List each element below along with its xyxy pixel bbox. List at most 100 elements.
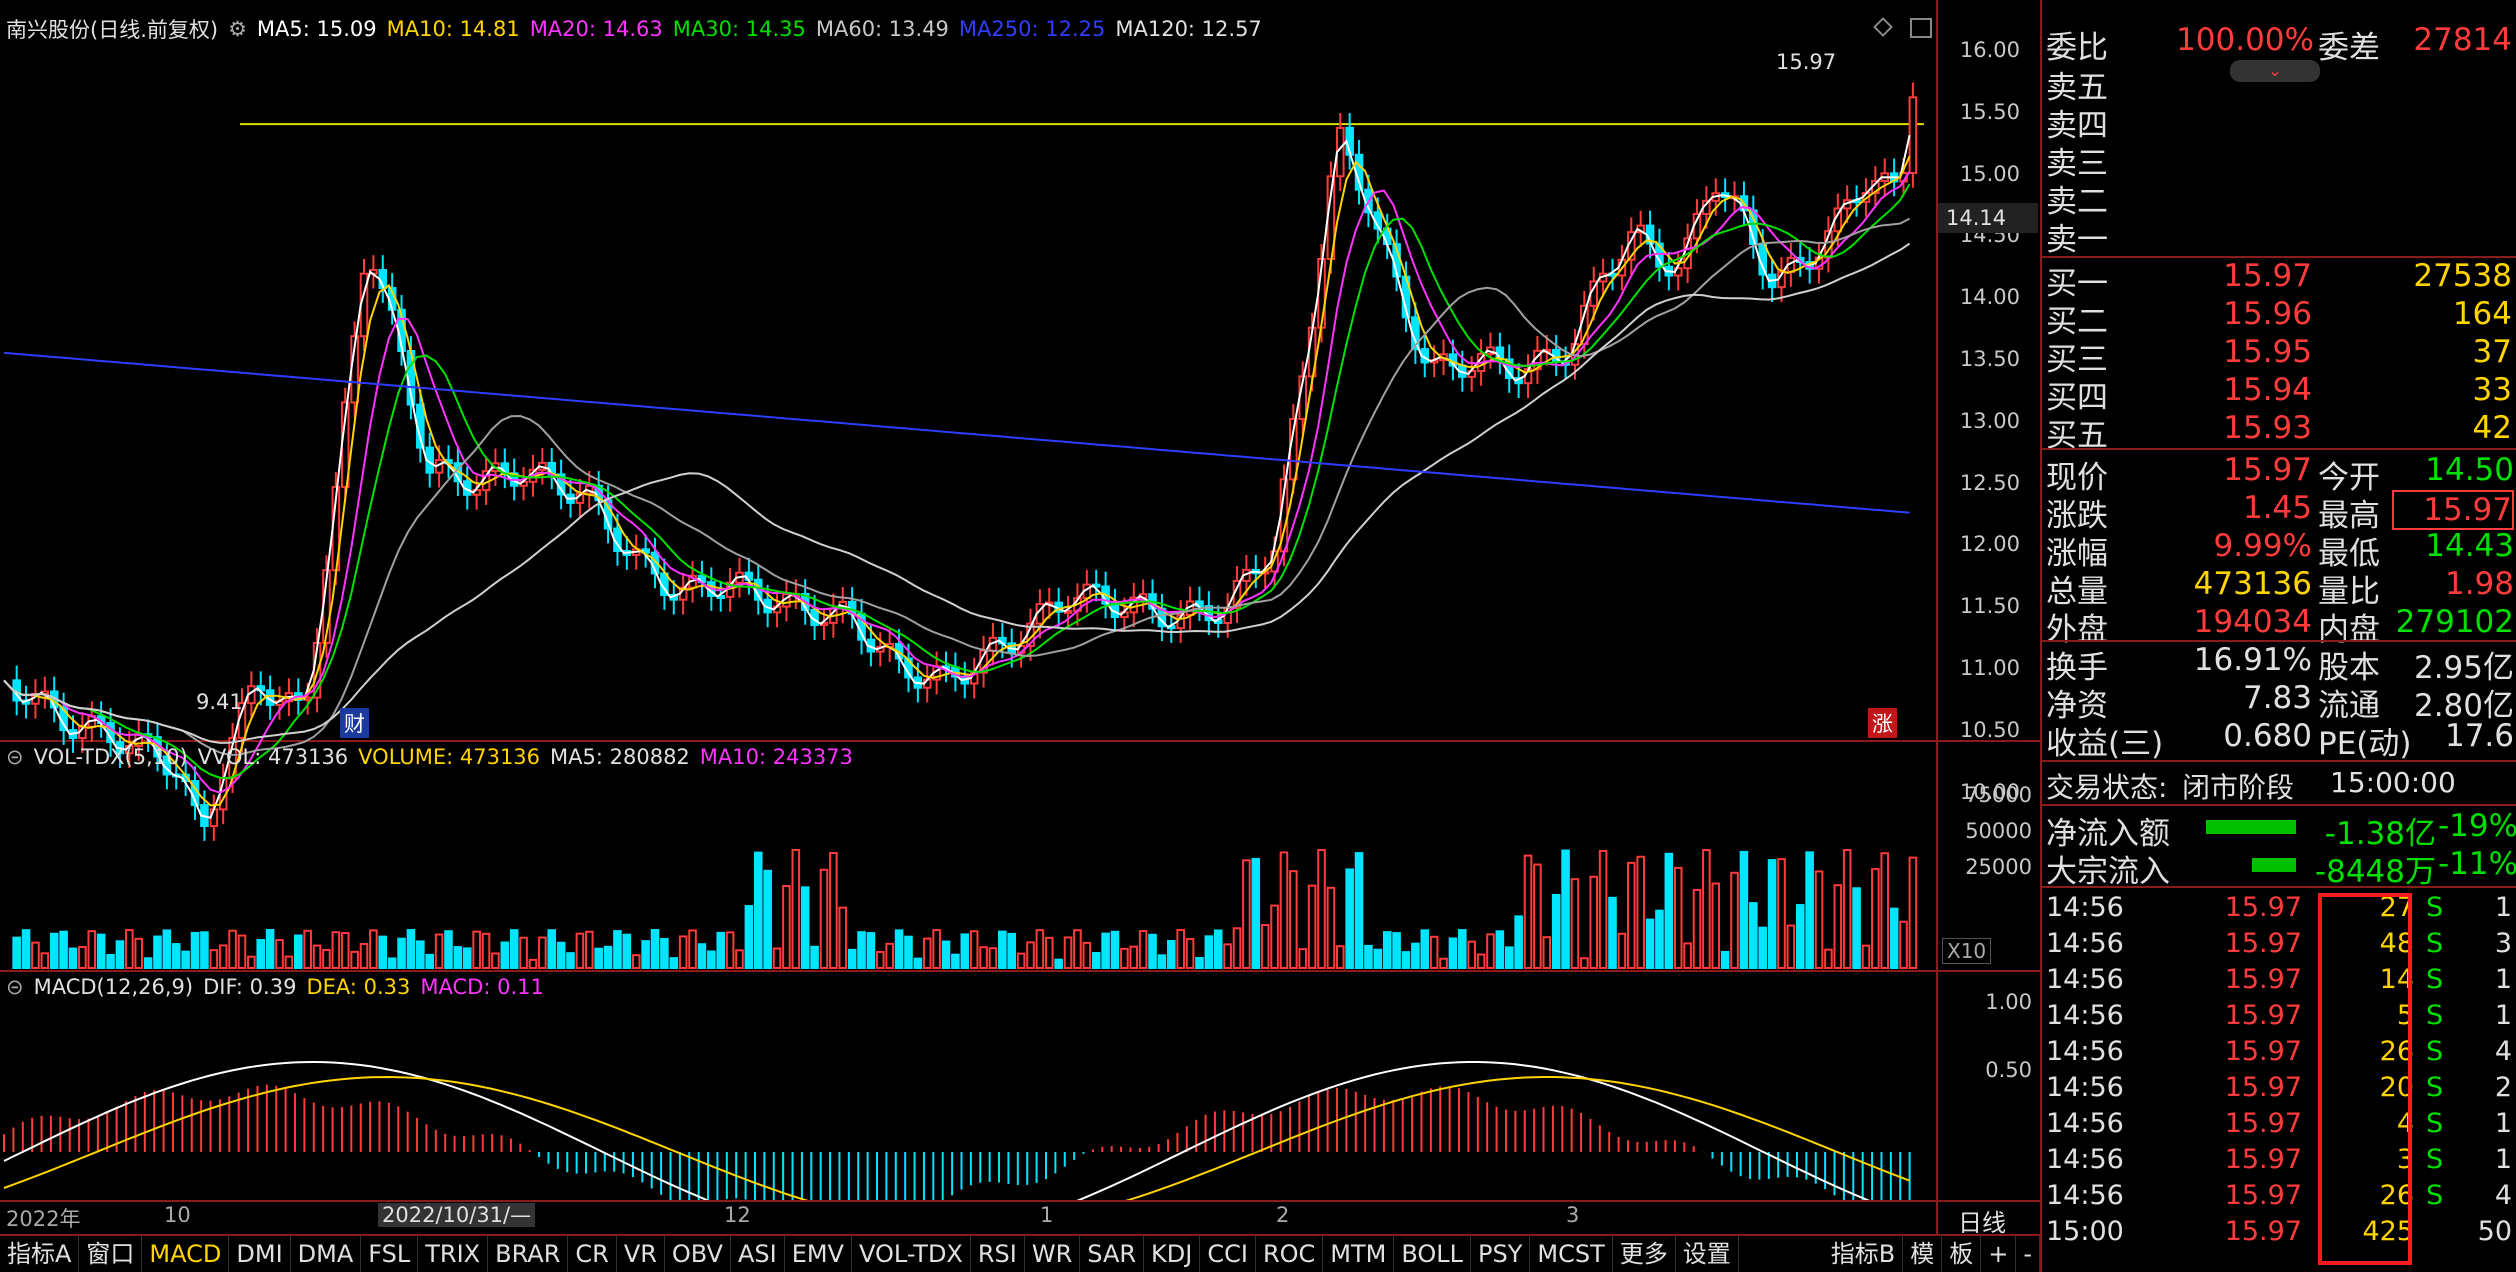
weicha-value: 27814	[2413, 22, 2512, 58]
price-axis-label: 16.00	[1959, 38, 2020, 62]
indicator-tab[interactable]: TRIX	[418, 1235, 489, 1272]
indicator-tab[interactable]: KDJ	[1144, 1235, 1201, 1272]
chart-canvas[interactable]	[0, 0, 1936, 1200]
time-axis-dec: 12	[724, 1203, 751, 1227]
weibi-value: 100.00%	[2176, 22, 2314, 58]
indicator-tab[interactable]: OBV	[665, 1235, 731, 1272]
tick-row[interactable]: 14:56 15.97 27 S 1	[2042, 892, 2516, 930]
tick-price: 15.97	[2224, 1216, 2302, 1247]
tick-price: 15.97	[2224, 1036, 2302, 1067]
sell-row[interactable]: 卖一	[2042, 214, 2516, 258]
indicator-tab[interactable]: EMV	[785, 1235, 852, 1272]
tick-row[interactable]: 14:56 15.97 4 S 1	[2042, 1108, 2516, 1146]
kline-chart-area[interactable]: 南兴股份(日线.前复权) ⚙ MA5: 15.09 MA10: 14.81 MA…	[0, 0, 2040, 1237]
indicator-tab-right[interactable]: -	[2016, 1235, 2040, 1272]
stat-value-2: 17.6	[2444, 718, 2514, 754]
sell-row[interactable]: 卖二	[2042, 176, 2516, 220]
indicator-tab[interactable]: 窗口	[79, 1235, 143, 1272]
buy-price: 15.96	[2223, 296, 2312, 332]
buy-price: 15.94	[2223, 372, 2312, 408]
volume-axis-label: 50000	[1965, 819, 2032, 843]
indicator-tab[interactable]: MACD	[142, 1235, 230, 1272]
indicator-tab[interactable]: BOLL	[1394, 1235, 1472, 1272]
tick-count: 3	[2494, 928, 2512, 959]
macd-label: MACD: 0.11	[420, 975, 544, 999]
high-annotation: 15.97	[1776, 50, 1837, 74]
axis-separator	[1936, 0, 1938, 1234]
tick-price: 15.97	[2224, 1108, 2302, 1139]
tick-row[interactable]: 14:56 15.97 3 S 1	[2042, 1144, 2516, 1182]
buy-price: 15.97	[2223, 258, 2312, 294]
indicator-tab[interactable]: 更多	[1613, 1235, 1676, 1272]
sell-row[interactable]: 卖五	[2042, 62, 2516, 106]
indicator-tab[interactable]: RSI	[971, 1235, 1025, 1272]
tick-time: 14:56	[2046, 1000, 2124, 1031]
tick-time: 14:56	[2046, 964, 2124, 995]
buy-row[interactable]: 买三 15.95 37	[2042, 334, 2516, 378]
tick-count: 1	[2494, 892, 2512, 923]
indicator-tab[interactable]: DMI	[229, 1235, 291, 1272]
indicator-tab[interactable]: WR	[1025, 1235, 1081, 1272]
sell-row[interactable]: 卖四	[2042, 100, 2516, 144]
indicator-tab-right[interactable]: +	[1981, 1235, 2017, 1272]
indicator-tab[interactable]: MTM	[1323, 1235, 1395, 1272]
stat-row: 涨幅 9.99% 最低 14.43	[2042, 528, 2516, 572]
indicator-tab[interactable]: SAR	[1080, 1235, 1145, 1272]
badge-zhang[interactable]: 涨	[1868, 708, 1897, 738]
time-axis-feb: 2	[1276, 1203, 1290, 1227]
low-annotation: 9.41	[196, 690, 243, 714]
sell-row[interactable]: 卖三	[2042, 138, 2516, 182]
tab-spacer	[1739, 1235, 1824, 1272]
tick-time: 14:56	[2046, 1036, 2124, 1067]
indicator-tab-right[interactable]: 模	[1903, 1235, 1943, 1272]
tick-side: S	[2426, 892, 2444, 923]
buy-row[interactable]: 买一 15.97 27538	[2042, 258, 2516, 302]
time-axis-oct: 10	[164, 1203, 191, 1227]
tick-price: 15.97	[2224, 1180, 2302, 1211]
indicator-tab[interactable]: ROC	[1256, 1235, 1324, 1272]
badge-cai[interactable]: 财	[340, 708, 369, 738]
trade-status-label: 交易状态:	[2046, 771, 2168, 804]
indicator-tab[interactable]: CCI	[1200, 1235, 1256, 1272]
indicator-tab[interactable]: VR	[617, 1235, 665, 1272]
tick-row[interactable]: 14:56 15.97 20 S 2	[2042, 1072, 2516, 1110]
tick-side: S	[2426, 1144, 2444, 1175]
tick-row[interactable]: 15:00 15.97 425 50	[2042, 1216, 2516, 1254]
indicator-tab[interactable]: 设置	[1676, 1235, 1739, 1272]
indicator-tab-right[interactable]: 指标B	[1824, 1235, 1904, 1272]
indicator-tab[interactable]: FSL	[361, 1235, 419, 1272]
period-label[interactable]: 日线	[1958, 1203, 2006, 1238]
price-axis-label: 10.50	[1959, 717, 2020, 742]
buy-row[interactable]: 买四 15.94 33	[2042, 372, 2516, 416]
indicator-tab[interactable]: BRAR	[488, 1235, 569, 1272]
stat-value-1: 1.45	[2242, 490, 2312, 526]
tick-row[interactable]: 14:56 15.97 26 S 4	[2042, 1036, 2516, 1074]
weicha-label: 委差	[2318, 30, 2380, 66]
indicator-tab[interactable]: 指标A	[0, 1235, 80, 1272]
tick-side: S	[2426, 964, 2444, 995]
stat-value-1: 0.680	[2223, 718, 2312, 754]
tick-price: 15.97	[2224, 1144, 2302, 1175]
vol-toggle-icon[interactable]: ⊝	[6, 745, 24, 769]
time-axis-mar: 3	[1566, 1203, 1580, 1227]
stat-value-2: 15.97	[2392, 490, 2514, 530]
tick-row[interactable]: 14:56 15.97 48 S 3	[2042, 928, 2516, 966]
indicator-tab[interactable]: PSY	[1471, 1235, 1531, 1272]
buy-row[interactable]: 买五 15.93 42	[2042, 410, 2516, 454]
tick-side: S	[2426, 1036, 2444, 1067]
tick-row[interactable]: 14:56 15.97 26 S 4	[2042, 1180, 2516, 1218]
indicator-tab-right[interactable]: 板	[1942, 1235, 1982, 1272]
macd-toggle-icon[interactable]: ⊝	[6, 975, 24, 999]
tick-row[interactable]: 14:56 15.97 14 S 1	[2042, 964, 2516, 1002]
indicator-tab[interactable]: MCST	[1530, 1235, 1613, 1272]
indicator-tab[interactable]: DMA	[291, 1235, 362, 1272]
netflow-bar	[2206, 820, 2296, 834]
weibi-label: 委比	[2046, 30, 2108, 66]
indicator-tab[interactable]: VOL-TDX	[852, 1235, 971, 1272]
tick-row[interactable]: 14:56 15.97 5 S 1	[2042, 1000, 2516, 1038]
buy-row[interactable]: 买二 15.96 164	[2042, 296, 2516, 340]
tick-time: 14:56	[2046, 892, 2124, 923]
indicator-tab[interactable]: CR	[568, 1235, 617, 1272]
indicator-tab[interactable]: ASI	[731, 1235, 785, 1272]
block-flow-row: 大宗流入 -8448万 -11%	[2042, 846, 2516, 890]
